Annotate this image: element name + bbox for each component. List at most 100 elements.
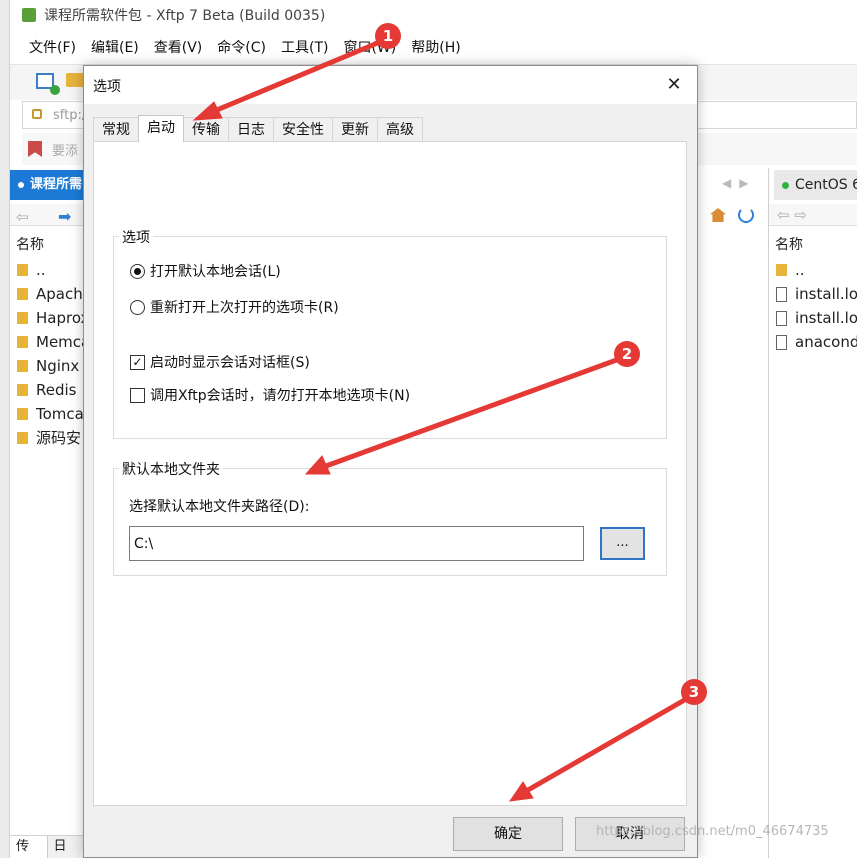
radio-reopen-tabs[interactable]: 重新打开上次打开的选项卡(R) [130, 297, 339, 317]
tab-dot-icon [18, 181, 24, 188]
refresh-icon[interactable] [738, 207, 754, 223]
options-group: 选项 打开默认本地会话(L) 重新打开上次打开的选项卡(R) ✓ 启动时显示会话… [113, 227, 667, 439]
app-title: 课程所需软件包 - Xftp 7 Beta (Build 0035) [44, 8, 326, 24]
ok-button[interactable]: 确定 [453, 817, 563, 851]
list-item[interactable]: install.log [769, 306, 857, 330]
options-group-label: 选项 [119, 227, 153, 247]
radio-reopen-tabs-indicator[interactable] [130, 299, 145, 315]
checkbox-no-local-tab[interactable]: 调用Xftp会话时，请勿打开本地选项卡(N) [130, 385, 410, 405]
list-item-label: Tomcat [36, 405, 84, 423]
bottom-tabs: 传输 日志 [10, 835, 84, 858]
list-item[interactable]: Apache [10, 282, 84, 306]
menu-tools[interactable]: 工具(T) [281, 37, 328, 57]
left-nav-bar: ⇦ ➡ [10, 204, 84, 226]
menu-help[interactable]: 帮助(H) [411, 37, 460, 57]
default-folder-group: 默认本地文件夹 选择默认本地文件夹路径(D): ... [113, 459, 667, 576]
back-arrow-icon[interactable]: ⇦ [777, 206, 790, 224]
remote-panel: CentOS 6 ⇦ ⇨ 名称 .. install.log install.l… [768, 168, 857, 858]
checkbox-show-session-dialog-label: 启动时显示会话对话框(S) [150, 355, 310, 371]
folder-path-label: 选择默认本地文件夹路径(D): [129, 499, 310, 515]
list-item[interactable]: install.log [769, 282, 857, 306]
file-icon [776, 286, 787, 302]
forward-arrow-icon[interactable]: ➡ [58, 207, 71, 226]
folder-icon [17, 264, 28, 276]
list-item-label: install.log [795, 309, 857, 327]
folder-icon [776, 264, 787, 276]
list-item-label: anaconda [795, 333, 857, 351]
watermark-text: https://blog.csdn.net/m0_46674735 [596, 824, 829, 839]
list-item[interactable]: 源码安 [10, 426, 84, 450]
options-dialog: 选项 ✕ 常规 启动 传输 日志 安全性 更新 高级 选项 打开默认本地会话(L… [83, 65, 698, 858]
folder-icon [17, 384, 28, 396]
list-item-label: Nginx [36, 357, 80, 375]
menu-file[interactable]: 文件(F) [29, 37, 76, 57]
list-item-label: 源码安 [36, 429, 82, 447]
back-arrow-icon[interactable]: ⇦ [16, 208, 29, 226]
tab-transfer[interactable]: 传输 [10, 836, 48, 858]
checkbox-no-local-tab-box[interactable] [130, 387, 145, 403]
tab-scroll-arrows[interactable]: ◀▶ [722, 176, 756, 190]
checkbox-no-local-tab-label: 调用Xftp会话时，请勿打开本地选项卡(N) [150, 388, 411, 404]
list-item[interactable]: Redis [10, 378, 84, 402]
list-item[interactable]: Haproxy [10, 306, 84, 330]
default-folder-group-label: 默认本地文件夹 [119, 459, 223, 479]
menu-bar: 文件(F) 编辑(E) 查看(V) 命令(C) 工具(T) 窗口(W) 帮助(H… [10, 32, 857, 62]
tab-general[interactable]: 常规 [93, 117, 139, 142]
radio-open-local-label: 打开默认本地会话(L) [150, 264, 281, 280]
forward-arrow-icon[interactable]: ⇨ [794, 206, 807, 224]
folder-icon [17, 360, 28, 372]
tab-security[interactable]: 安全性 [273, 117, 333, 142]
checkbox-show-session-dialog-box[interactable]: ✓ [130, 354, 145, 370]
home-icon[interactable] [710, 208, 726, 222]
folder-icon [17, 432, 28, 444]
file-icon [776, 310, 787, 326]
list-item[interactable]: Tomcat [10, 402, 84, 426]
radio-open-local-session[interactable]: 打开默认本地会话(L) [130, 261, 281, 281]
folder-icon [17, 336, 28, 348]
menu-edit[interactable]: 编辑(E) [91, 37, 139, 57]
menu-view[interactable]: 查看(V) [154, 37, 203, 57]
list-item[interactable]: Memca [10, 330, 84, 354]
tab-transfer[interactable]: 传输 [183, 117, 229, 142]
hint-text: 要添 [52, 144, 79, 159]
list-item-label: Haproxy [36, 309, 84, 327]
radio-open-local-indicator[interactable] [130, 263, 145, 279]
close-icon[interactable]: ✕ [659, 70, 689, 100]
tab-log[interactable]: 日志 [228, 117, 274, 142]
new-session-icon[interactable] [36, 73, 60, 95]
checkbox-show-session-dialog[interactable]: ✓ 启动时显示会话对话框(S) [130, 352, 310, 372]
tab-log[interactable]: 日志 [48, 836, 85, 858]
list-item-label: install.log [795, 285, 857, 303]
remote-session-tab[interactable]: CentOS 6 [774, 170, 857, 200]
open-folder-icon[interactable] [66, 73, 84, 87]
left-panel-tools [690, 206, 768, 226]
address-text: sftp:/ [53, 108, 87, 123]
folder-icon [17, 312, 28, 324]
list-item-label: Redis [36, 381, 77, 399]
local-session-tab[interactable]: 课程所需 [10, 170, 84, 200]
dialog-title: 选项 [93, 79, 121, 95]
tab-startup[interactable]: 启动 [138, 115, 184, 142]
list-item-label: Memca [36, 333, 84, 351]
list-item[interactable]: .. [10, 258, 84, 282]
name-column-header[interactable]: 名称 [10, 232, 84, 258]
list-item[interactable]: Nginx [10, 354, 84, 378]
file-icon [776, 334, 787, 350]
dialog-titlebar: 选项 ✕ [84, 66, 697, 104]
step-badge-2: 2 [614, 341, 640, 367]
list-item[interactable]: anaconda [769, 330, 857, 354]
menu-command[interactable]: 命令(C) [217, 37, 266, 57]
folder-icon [17, 408, 28, 420]
step-badge-1: 1 [375, 23, 401, 49]
folder-path-input[interactable] [129, 526, 584, 561]
options-tabstrip: 常规 启动 传输 日志 安全性 更新 高级 [93, 115, 423, 142]
name-column-header[interactable]: 名称 [769, 232, 857, 258]
tab-update[interactable]: 更新 [332, 117, 378, 142]
browse-button[interactable]: ... [600, 527, 645, 560]
bookmark-icon [28, 141, 42, 157]
list-item[interactable]: .. [769, 258, 857, 282]
list-item-label: .. [795, 261, 805, 279]
connected-dot-icon [782, 181, 789, 189]
tab-advanced[interactable]: 高级 [377, 117, 423, 142]
step-badge-3: 3 [681, 679, 707, 705]
